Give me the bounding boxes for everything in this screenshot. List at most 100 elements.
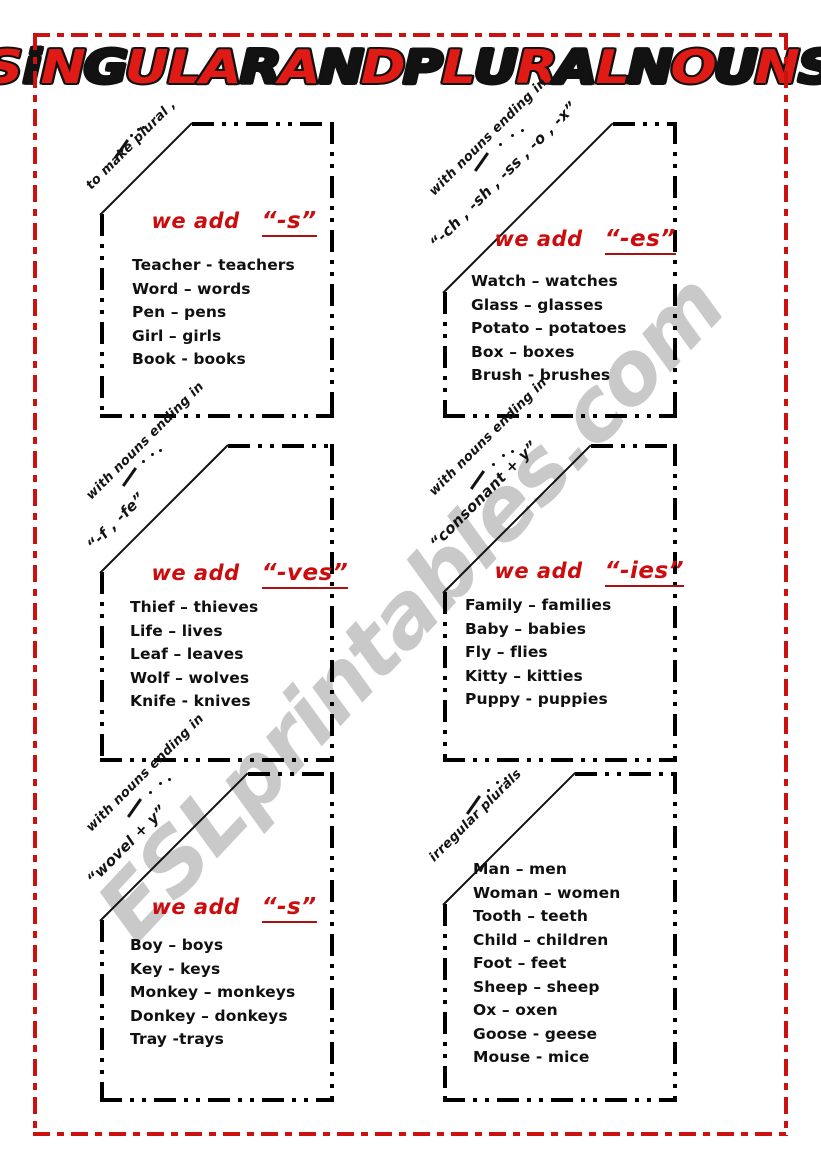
pen-dot-mark — [511, 133, 514, 137]
example-pair: Key - keys — [130, 959, 221, 978]
example-pair: Pen – pens — [132, 303, 227, 321]
box-border-right — [673, 444, 677, 762]
example-pair: Girl – girls — [132, 326, 222, 345]
example-pair: Book - books — [132, 350, 246, 368]
title-letter: N — [317, 40, 366, 94]
title-letter: N — [626, 40, 675, 94]
rule-statement: we add “-s” — [151, 894, 317, 923]
rule-suffix: “-ves” — [261, 560, 349, 589]
box-border-right — [330, 122, 334, 418]
example-pair: Leaf – leaves — [130, 645, 244, 663]
example-pair: Potato – potatoes — [471, 319, 627, 337]
title-letter: A — [277, 40, 323, 94]
box-banner-line1: irregular plurals — [426, 766, 525, 865]
example-pair: Foot – feet — [473, 954, 567, 972]
rule-suffix: “-s” — [261, 208, 317, 237]
example-pair: Goose - geese — [473, 1024, 598, 1043]
box-banner-line1: to make plural , — [83, 97, 180, 193]
title-letter: S — [0, 43, 25, 92]
title-letter: D — [359, 40, 408, 94]
title-letter: L — [440, 40, 478, 94]
box-border-bottom — [443, 414, 677, 418]
rule-suffix: “-ies” — [604, 558, 685, 587]
box-border-right — [673, 772, 677, 1102]
rule-statement: we add “-s” — [151, 208, 317, 237]
box-border-top — [228, 444, 334, 448]
box-border-right — [330, 444, 334, 762]
title-letter: N — [39, 40, 88, 94]
box-border-right — [673, 122, 677, 418]
box-border-bottom — [100, 758, 334, 762]
example-pair: Kitty – kitties — [465, 666, 583, 685]
example-pair: Life – lives — [130, 621, 223, 640]
example-pair: Fly – flies — [465, 643, 548, 661]
page-border-bottom — [33, 1132, 788, 1136]
box-vowel-y-s: with nouns ending in “wovel + y” we add “-s… — [83, 711, 334, 1102]
pen-dot-mark — [502, 454, 506, 458]
example-pair: Family – families — [465, 596, 612, 614]
title-letter: U — [712, 40, 760, 94]
page-title: SiNGULARANDPLURALNOUNS — [0, 36, 821, 98]
title-letter: R — [238, 40, 283, 94]
example-pair: Knife - knives — [130, 692, 251, 710]
box-add-ves: with nouns ending in “-f , -fe” we add “-ve… — [83, 379, 349, 762]
example-pair: Teacher - teachers — [132, 256, 295, 274]
title-letter: L — [165, 40, 203, 94]
rule-label: we add — [151, 895, 240, 919]
example-pair: Child – children — [473, 930, 609, 949]
title-letter: U — [123, 40, 171, 94]
box-border-left — [100, 920, 104, 1102]
example-pair: Puppy - puppies — [465, 690, 608, 708]
example-pair: Man – men — [473, 860, 568, 878]
page-border-left — [33, 33, 37, 1136]
title-letter: A — [198, 40, 244, 94]
example-pair: Baby – babies — [465, 619, 587, 638]
box-add-es: with nouns ending in “-ch , -sh , -ss , -… — [426, 75, 677, 418]
pen-dot-mark — [521, 128, 525, 132]
example-pair: Sheep – sheep — [473, 977, 600, 996]
example-pair: Box – boxes — [471, 342, 575, 361]
example-pair: Monkey – monkeys — [130, 983, 296, 1001]
box-border-bottom — [100, 414, 334, 418]
pen-dot-mark — [158, 449, 162, 453]
pen-dot-mark — [148, 790, 152, 794]
example-list: Family – families Baby – babies Fly – flie… — [465, 594, 611, 712]
page-border-right — [784, 33, 788, 1136]
example-pair: Tooth – teeth — [473, 907, 588, 925]
example-pair: Ox – oxen — [473, 1001, 558, 1019]
title-letter: P — [402, 40, 445, 94]
title-letter: S — [796, 43, 821, 92]
box-border-bottom — [443, 758, 677, 762]
example-pair: Donkey – donkeys — [130, 1006, 288, 1025]
pen-nib-mark — [126, 798, 142, 819]
example-pair: Tray -trays — [130, 1030, 224, 1048]
example-list: Teacher - teachers Word – words Pen – pens… — [132, 254, 295, 372]
rule-suffix: “-es” — [604, 226, 676, 255]
box-border-left — [100, 572, 104, 762]
rule-statement: we add “-ies” — [494, 558, 685, 587]
pen-dot-mark — [151, 452, 155, 456]
pen-dot-mark — [142, 460, 146, 463]
example-pair: Glass – glasses — [471, 295, 604, 314]
rule-suffix: “-s” — [261, 894, 317, 923]
title-letter: U — [472, 40, 520, 94]
pen-dot-mark — [491, 462, 495, 466]
box-border-bottom — [443, 1098, 677, 1102]
title-letter: i — [21, 40, 43, 94]
example-pair: Boy – boys — [130, 936, 224, 954]
rule-statement: we add “-es” — [494, 226, 676, 255]
title-letter: L — [593, 40, 631, 94]
example-pair: Watch – watches — [471, 272, 618, 290]
rule-label: we add — [151, 561, 240, 585]
box-border-top — [575, 772, 677, 776]
box-border-top — [248, 772, 334, 776]
box-add-s: to make plural , we add “-s” Teacher - teac… — [83, 97, 334, 418]
box-banner-line2: “consonant + y” — [426, 437, 542, 552]
box-border-bottom — [100, 1098, 334, 1102]
box-border-right — [330, 772, 334, 1102]
example-list: Thief – thieves Life – lives Leaf – leaves… — [130, 596, 258, 714]
rule-label: we add — [494, 227, 583, 251]
rule-label: we add — [151, 209, 240, 233]
example-list: Watch – watches Glass – glasses Potato – p… — [471, 270, 627, 388]
example-pair: Thief – thieves — [130, 598, 259, 616]
